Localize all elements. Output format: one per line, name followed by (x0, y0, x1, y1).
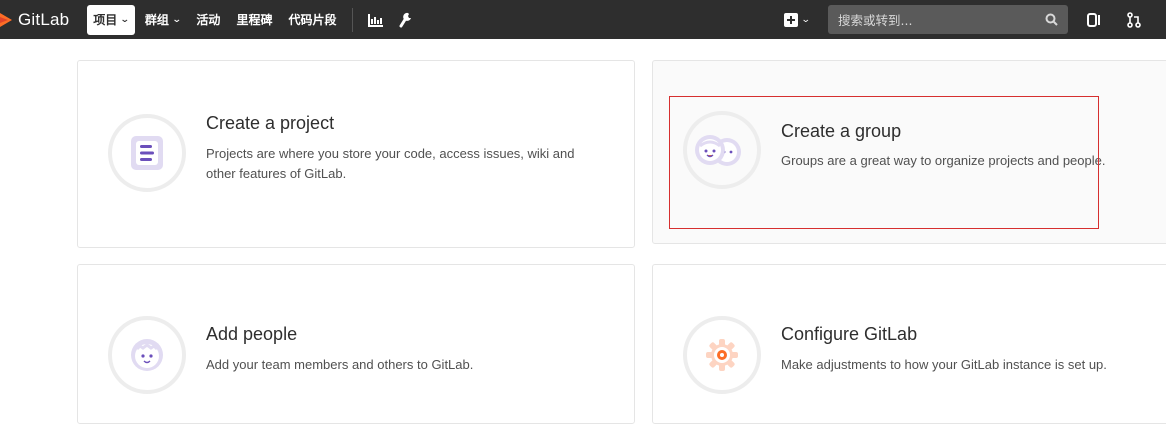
wrench-icon[interactable] (391, 5, 421, 35)
card-description: Projects are where you store your code, … (206, 146, 575, 181)
nav-activity-label: 活动 (196, 13, 221, 27)
card-title: Create a project (206, 113, 335, 133)
nav-groups[interactable]: 群组 ⌄ (139, 5, 187, 35)
nav-activity[interactable]: 活动 (190, 5, 226, 35)
search-icon (1045, 13, 1058, 26)
nav-projects[interactable]: 项目 ⌄ (87, 4, 135, 35)
search-placeholder: 搜索或转到... (838, 13, 913, 28)
brand-name: GitLab (18, 9, 70, 29)
chevron-down-icon: ⌄ (120, 14, 130, 25)
create-project-card[interactable]: Create a project Projects are where you … (77, 60, 635, 248)
configure-gitlab-card[interactable]: Configure GitLab Make adjustments to how… (652, 264, 1166, 424)
chevron-down-icon: ⌄ (800, 14, 811, 24)
project-icon (108, 114, 186, 192)
card-title: Add people (206, 324, 298, 344)
add-people-card[interactable]: Add people Add your team members and oth… (77, 264, 635, 424)
nav-milestones[interactable]: 里程碑 (230, 5, 278, 35)
nav-milestones-label: 里程碑 (236, 13, 273, 27)
nav-snippets-label: 代码片段 (288, 13, 337, 27)
merge-request-icon[interactable] (1120, 5, 1148, 34)
nav-groups-label: 群组 (144, 13, 169, 27)
chevron-down-icon: ⌄ (171, 14, 182, 25)
new-dropdown-button[interactable]: ⌄ (780, 5, 814, 35)
plus-square-icon (784, 12, 798, 27)
nav-projects-label: 项目 (93, 13, 118, 27)
card-description: Make adjustments to how your GitLab inst… (781, 357, 1107, 372)
gitlab-logo[interactable]: GitLab (0, 0, 69, 39)
tanuki-icon (0, 12, 12, 27)
card-description: Add your team members and others to GitL… (206, 357, 474, 372)
highlight-box (669, 96, 1099, 229)
settings-icon (683, 316, 761, 394)
card-title: Configure GitLab (781, 324, 918, 344)
top-navbar: GitLab 项目 ⌄ 群组 ⌄ 活动 里程碑 代码片段 ⌄ 搜索或转到... (0, 0, 1166, 39)
chart-icon[interactable] (361, 5, 391, 35)
nav-divider (352, 7, 354, 32)
people-icon (108, 316, 186, 394)
nav-snippets[interactable]: 代码片段 (282, 5, 342, 35)
search-input[interactable]: 搜索或转到... (828, 5, 1068, 34)
todo-icon[interactable] (1080, 5, 1108, 34)
